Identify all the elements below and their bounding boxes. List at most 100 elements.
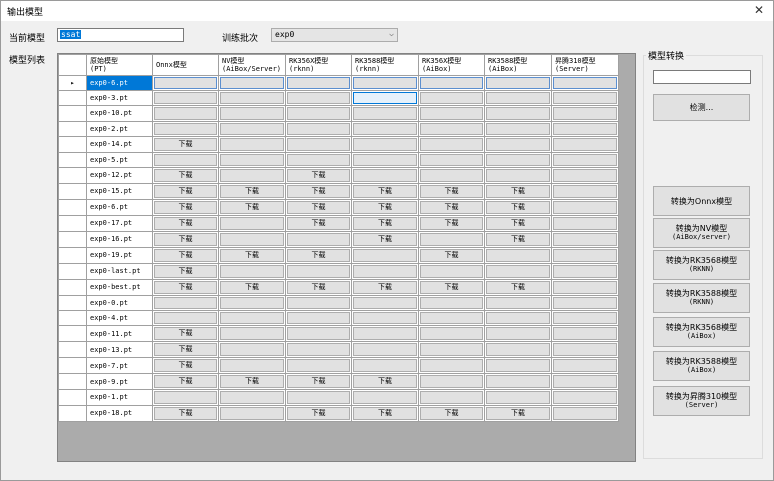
- close-icon[interactable]: ✕: [745, 1, 773, 21]
- model-name-cell[interactable]: exp0-6.pt: [86, 198, 153, 216]
- empty-grid-button[interactable]: [486, 359, 550, 373]
- empty-grid-button[interactable]: [553, 391, 617, 404]
- empty-grid-button[interactable]: [154, 107, 217, 120]
- detect-button[interactable]: 检测...: [653, 94, 750, 121]
- empty-grid-button[interactable]: [486, 137, 550, 151]
- download-button[interactable]: 下载: [154, 232, 217, 246]
- download-button[interactable]: 下载: [154, 280, 217, 294]
- empty-grid-button[interactable]: [553, 232, 617, 246]
- download-button[interactable]: 下载: [353, 232, 417, 246]
- empty-grid-button[interactable]: [553, 184, 617, 198]
- model-name-cell[interactable]: exp0-9.pt: [86, 373, 153, 391]
- download-button[interactable]: 下载: [154, 216, 217, 230]
- empty-grid-button[interactable]: [353, 107, 417, 120]
- empty-grid-button[interactable]: [553, 264, 617, 278]
- download-button[interactable]: 下载: [287, 184, 350, 198]
- download-button[interactable]: 下载: [287, 375, 350, 389]
- download-button[interactable]: 下载: [486, 406, 550, 420]
- empty-grid-button[interactable]: [154, 391, 217, 404]
- empty-grid-button[interactable]: [486, 77, 550, 90]
- empty-grid-button[interactable]: [553, 216, 617, 230]
- empty-grid-button[interactable]: [486, 92, 550, 105]
- empty-grid-button[interactable]: [353, 122, 417, 135]
- empty-grid-button[interactable]: [420, 77, 483, 90]
- download-button[interactable]: 下载: [154, 359, 217, 373]
- download-button[interactable]: 下载: [287, 200, 350, 214]
- model-name-cell[interactable]: exp0-16.pt: [86, 230, 153, 248]
- empty-grid-button[interactable]: [287, 77, 350, 90]
- table-row[interactable]: exp0-14.pt 下载: [58, 135, 619, 153]
- download-button[interactable]: 下载: [353, 406, 417, 420]
- download-button[interactable]: 下载: [154, 168, 217, 182]
- empty-grid-button[interactable]: [353, 327, 417, 341]
- empty-grid-button[interactable]: [553, 168, 617, 182]
- convert-model-button[interactable]: 转换为RK3568模型 (RKNN): [653, 250, 750, 280]
- empty-grid-button[interactable]: [353, 248, 417, 262]
- download-button[interactable]: 下载: [287, 280, 350, 294]
- row-header[interactable]: [58, 182, 87, 200]
- empty-grid-button[interactable]: [287, 343, 350, 357]
- empty-grid-button[interactable]: [220, 343, 284, 357]
- table-row[interactable]: exp0-11.pt 下载: [58, 325, 619, 343]
- row-header[interactable]: [58, 105, 87, 122]
- empty-grid-button[interactable]: [420, 264, 483, 278]
- table-row[interactable]: exp0-19.pt 下载 下载 下载 下载: [58, 246, 619, 264]
- table-row[interactable]: exp0-15.pt 下载 下载 下载 下载 下载 下载: [58, 182, 619, 200]
- empty-grid-button[interactable]: [486, 264, 550, 278]
- empty-grid-button[interactable]: [420, 343, 483, 357]
- model-name-cell[interactable]: exp0-last.pt: [86, 262, 153, 280]
- download-button[interactable]: 下载: [420, 184, 483, 198]
- download-button[interactable]: 下载: [486, 280, 550, 294]
- empty-grid-button[interactable]: [486, 153, 550, 166]
- empty-grid-button[interactable]: [353, 92, 417, 105]
- empty-grid-button[interactable]: [220, 232, 284, 246]
- download-button[interactable]: 下载: [353, 200, 417, 214]
- row-header[interactable]: [58, 357, 87, 375]
- empty-grid-button[interactable]: [353, 312, 417, 325]
- empty-grid-button[interactable]: [420, 375, 483, 389]
- download-button[interactable]: 下载: [154, 264, 217, 278]
- table-row[interactable]: exp0-7.pt 下载: [58, 357, 619, 375]
- download-button[interactable]: 下载: [353, 216, 417, 230]
- table-row[interactable]: ▸ exp0-6.pt: [58, 74, 619, 92]
- empty-grid-button[interactable]: [420, 107, 483, 120]
- empty-grid-button[interactable]: [154, 153, 217, 166]
- empty-grid-button[interactable]: [287, 232, 350, 246]
- download-button[interactable]: 下载: [154, 327, 217, 341]
- model-name-cell[interactable]: exp0-18.pt: [86, 404, 153, 422]
- empty-grid-button[interactable]: [220, 406, 284, 420]
- empty-grid-button[interactable]: [287, 153, 350, 166]
- table-row[interactable]: exp0-1.pt: [58, 389, 619, 406]
- empty-grid-button[interactable]: [220, 153, 284, 166]
- empty-grid-button[interactable]: [220, 107, 284, 120]
- model-name-cell[interactable]: exp0-15.pt: [86, 182, 153, 200]
- row-header[interactable]: [58, 246, 87, 264]
- table-row[interactable]: exp0-2.pt: [58, 120, 619, 137]
- table-row[interactable]: exp0-12.pt 下载 下载: [58, 166, 619, 184]
- row-header[interactable]: [58, 151, 87, 168]
- model-name-cell[interactable]: exp0-best.pt: [86, 278, 153, 296]
- table-row[interactable]: exp0-5.pt: [58, 151, 619, 168]
- empty-grid-button[interactable]: [420, 137, 483, 151]
- download-button[interactable]: 下载: [287, 216, 350, 230]
- empty-grid-button[interactable]: [420, 359, 483, 373]
- convert-model-button[interactable]: 转换为RK3588模型 (AiBox): [653, 351, 750, 381]
- row-header[interactable]: [58, 262, 87, 280]
- empty-grid-button[interactable]: [353, 264, 417, 278]
- column-header[interactable]: RK356X模型 (rknn): [285, 54, 352, 76]
- model-name-cell[interactable]: exp0-14.pt: [86, 135, 153, 153]
- row-header[interactable]: [58, 120, 87, 137]
- download-button[interactable]: 下载: [220, 184, 284, 198]
- empty-grid-button[interactable]: [553, 137, 617, 151]
- model-grid[interactable]: 原始模型 (PT) Onnx模型 NV模型 (AiBox/Server) RK356X模型…: [57, 53, 636, 462]
- download-button[interactable]: 下载: [486, 232, 550, 246]
- column-header[interactable]: NV模型 (AiBox/Server): [218, 54, 286, 76]
- download-button[interactable]: 下载: [420, 200, 483, 214]
- empty-grid-button[interactable]: [353, 359, 417, 373]
- empty-grid-button[interactable]: [353, 168, 417, 182]
- empty-grid-button[interactable]: [220, 92, 284, 105]
- empty-grid-button[interactable]: [553, 343, 617, 357]
- download-button[interactable]: 下载: [420, 216, 483, 230]
- download-button[interactable]: 下载: [154, 375, 217, 389]
- empty-grid-button[interactable]: [553, 359, 617, 373]
